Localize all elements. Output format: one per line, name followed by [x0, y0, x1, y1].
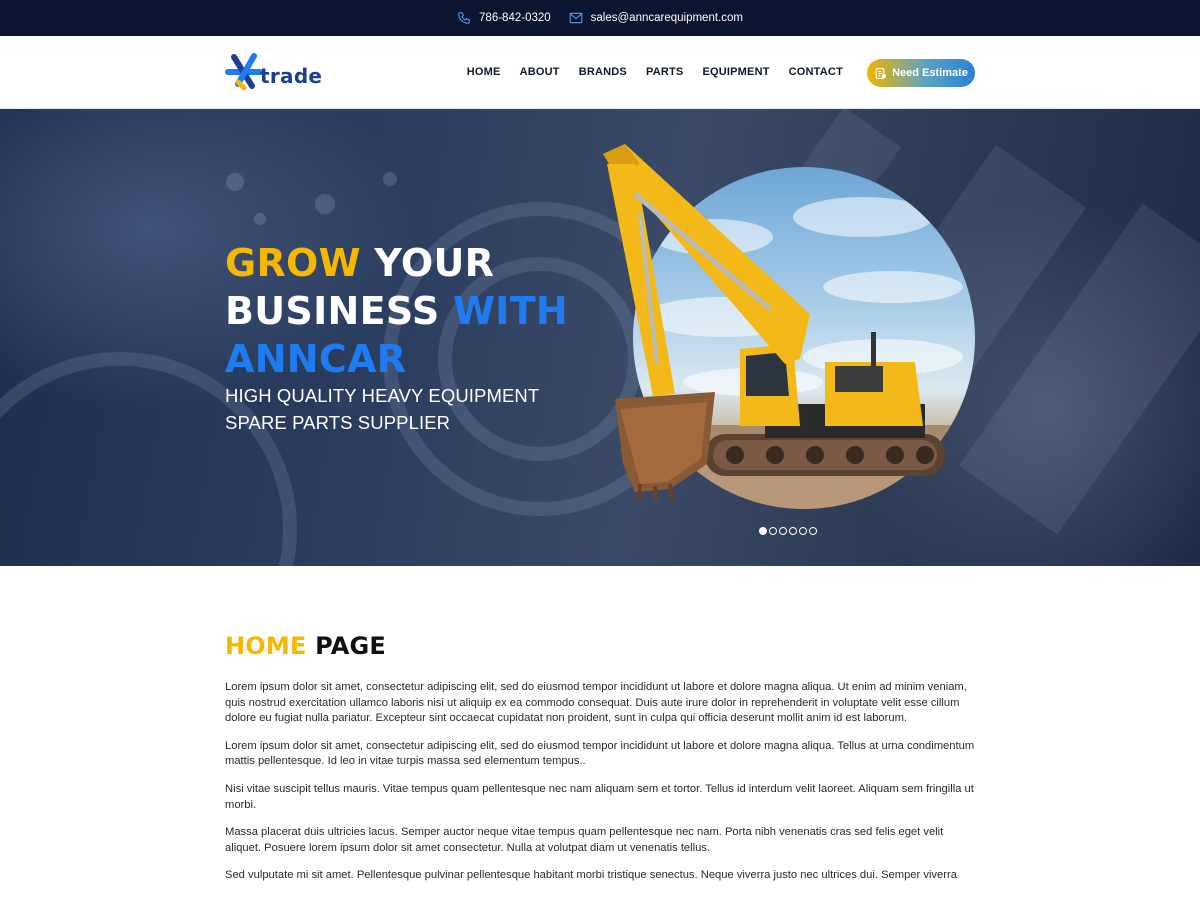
slider-dot-3[interactable]	[779, 527, 787, 535]
estimate-icon	[875, 67, 887, 79]
email-address[interactable]: sales@anncarequipment.com	[591, 12, 743, 24]
slider-pagination	[759, 527, 817, 535]
main-content: HOME PAGE Lorem ipsum dolor sit amet, co…	[225, 632, 977, 896]
excavator-image	[603, 144, 945, 502]
hero-title-your: YOUR	[360, 241, 495, 285]
nav-home[interactable]: HOME	[467, 66, 501, 78]
phone-icon	[458, 12, 470, 24]
slider-dot-4[interactable]	[789, 527, 797, 535]
slider-dot-6[interactable]	[809, 527, 817, 535]
site-logo[interactable]: trade	[224, 48, 324, 96]
main-nav: HOME ABOUT BRANDS PARTS EQUIPMENT CONTAC…	[467, 66, 843, 78]
nav-contact[interactable]: CONTACT	[789, 66, 843, 78]
hero-title-accent-grow: GROW	[225, 241, 361, 285]
logo-text: trade	[260, 64, 323, 88]
paragraph-4: Massa placerat duis ultricies lacus. Sem…	[225, 826, 944, 854]
slider-dot-1[interactable]	[759, 527, 767, 535]
mail-icon	[569, 12, 583, 24]
paragraph-2: Lorem ipsum dolor sit amet, consectetur …	[225, 739, 975, 768]
phone-contact[interactable]: 786-842-0320	[457, 11, 551, 25]
slider-dot-5[interactable]	[799, 527, 807, 535]
hero-title-accent-anncar: ANNCAR	[225, 337, 407, 381]
nav-equipment[interactable]: EQUIPMENT	[702, 66, 769, 78]
paragraph-3: Nisi vitae suscipit tellus mauris. Vitae…	[225, 782, 974, 811]
email-contact[interactable]: sales@anncarequipment.com	[569, 12, 743, 24]
top-contact-bar: 786-842-0320 sales@anncarequipment.com	[0, 0, 1200, 36]
nav-parts[interactable]: PARTS	[646, 66, 683, 78]
logo-mark-icon	[225, 53, 263, 91]
hero-title-business: BUSINESS	[225, 289, 454, 333]
page-title-accent: HOME	[225, 632, 307, 660]
hero-title-accent-with: WITH	[453, 289, 569, 333]
site-header: trade HOME ABOUT BRANDS PARTS EQUIPMENT …	[0, 36, 1200, 109]
need-estimate-label: Need Estimate	[892, 67, 968, 79]
paragraph-1: Lorem ipsum dolor sit amet, consectetur …	[225, 681, 967, 725]
phone-number[interactable]: 786-842-0320	[479, 12, 551, 24]
slider-dot-2[interactable]	[769, 527, 777, 535]
hero-title: GROW YOUR BUSINESS WITH ANNCAR	[225, 239, 568, 383]
page-title-rest: PAGE	[306, 632, 386, 660]
page-title: HOME PAGE	[225, 632, 977, 660]
nav-about[interactable]: ABOUT	[520, 66, 560, 78]
need-estimate-button[interactable]: Need Estimate	[867, 59, 975, 87]
hero-subtitle: HIGH QUALITY HEAVY EQUIPMENT SPARE PARTS…	[225, 385, 539, 433]
hero-slider: GROW YOUR BUSINESS WITH ANNCAR HIGH QUAL…	[0, 109, 1200, 566]
nav-brands[interactable]: BRANDS	[579, 66, 627, 78]
paragraph-5: Sed vulputate mi sit amet. Pellentesque …	[225, 869, 957, 882]
